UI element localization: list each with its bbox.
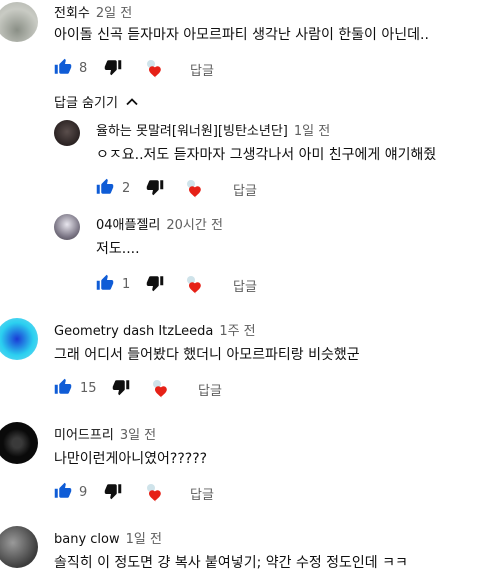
avatar[interactable] bbox=[54, 214, 80, 240]
chevron-up-icon bbox=[126, 95, 138, 110]
creator-heart-icon bbox=[144, 58, 168, 80]
thumb-up-icon[interactable] bbox=[54, 378, 72, 400]
creator-heart-icon bbox=[184, 274, 208, 296]
thumb-up-icon[interactable] bbox=[96, 274, 114, 296]
comment-time[interactable]: 1주 전 bbox=[219, 324, 255, 339]
comment-author[interactable]: 전회수 bbox=[54, 6, 90, 21]
comment-text: ㅇㅈ요..저도 듣자마자 그생각나서 아미 친구에게 얘기해줬 bbox=[96, 147, 437, 163]
comment-time[interactable]: 3일 전 bbox=[120, 428, 156, 443]
comment-text: 저도.... bbox=[96, 241, 140, 257]
comment-actions: 15 답글 bbox=[54, 378, 354, 402]
comment-author[interactable]: bany clow bbox=[54, 532, 120, 547]
comment-text: 아이돌 신곡 듣자마자 아모르파티 생각난 사람이 한둘이 아닌데.. bbox=[54, 27, 429, 43]
comment-text: 솔직히 이 정도면 걍 복사 붙여넣기; 약간 수정 정도인데 ㅋㅋ bbox=[54, 555, 408, 571]
comment-actions: 8 답글 bbox=[54, 58, 354, 82]
comment-actions: 1 답글 bbox=[96, 274, 396, 298]
reply-button[interactable]: 답글 bbox=[198, 380, 222, 399]
creator-heart-icon bbox=[150, 378, 174, 400]
reply-button[interactable]: 답글 bbox=[190, 484, 214, 503]
comment-author[interactable]: 04애플젤리 bbox=[96, 218, 160, 233]
comment-author[interactable]: 율하는 못말려[워너원][빙탄소년단] bbox=[96, 124, 288, 139]
like-count: 1 bbox=[122, 277, 131, 292]
like-count: 9 bbox=[79, 485, 88, 500]
avatar[interactable] bbox=[0, 422, 38, 464]
comment-time[interactable]: 1일 전 bbox=[126, 532, 162, 547]
thumb-down-icon[interactable] bbox=[104, 58, 122, 80]
comment-author[interactable]: 미어드프리 bbox=[54, 428, 114, 443]
thumb-down-icon[interactable] bbox=[104, 482, 122, 504]
comment-author[interactable]: Geometry dash ItzLeeda bbox=[54, 324, 213, 339]
thumb-up-icon[interactable] bbox=[54, 58, 72, 80]
reply-button[interactable]: 답글 bbox=[190, 60, 214, 79]
comment-actions: 9 답글 bbox=[54, 482, 354, 506]
thumb-down-icon[interactable] bbox=[146, 178, 164, 200]
comment-text: 그래 어디서 들어봤다 했더니 아모르파티랑 비슷했군 bbox=[54, 347, 360, 363]
hide-replies-button[interactable]: 답글 숨기기 bbox=[54, 92, 138, 111]
avatar[interactable] bbox=[0, 2, 38, 42]
thumb-down-icon[interactable] bbox=[112, 378, 130, 400]
reply-button[interactable]: 답글 bbox=[233, 180, 257, 199]
comment-time[interactable]: 1일 전 bbox=[294, 124, 330, 139]
avatar[interactable] bbox=[0, 526, 38, 568]
thumb-up-icon[interactable] bbox=[54, 482, 72, 504]
avatar[interactable] bbox=[0, 318, 38, 360]
thumb-down-icon[interactable] bbox=[146, 274, 164, 296]
creator-heart-icon bbox=[144, 482, 168, 504]
comment-time[interactable]: 2일 전 bbox=[96, 6, 132, 21]
avatar[interactable] bbox=[54, 120, 80, 146]
reply-button[interactable]: 답글 bbox=[233, 276, 257, 295]
creator-heart-icon bbox=[184, 178, 208, 200]
comment-actions: 2 답글 bbox=[96, 178, 396, 202]
like-count: 2 bbox=[122, 181, 131, 196]
like-count: 8 bbox=[79, 61, 88, 76]
like-count: 15 bbox=[80, 381, 97, 396]
comment-text: 나만이런게아니였어????? bbox=[54, 451, 208, 467]
hide-replies-label: 답글 숨기기 bbox=[54, 96, 118, 111]
thumb-up-icon[interactable] bbox=[96, 178, 114, 200]
comment-time[interactable]: 20시간 전 bbox=[166, 218, 223, 233]
